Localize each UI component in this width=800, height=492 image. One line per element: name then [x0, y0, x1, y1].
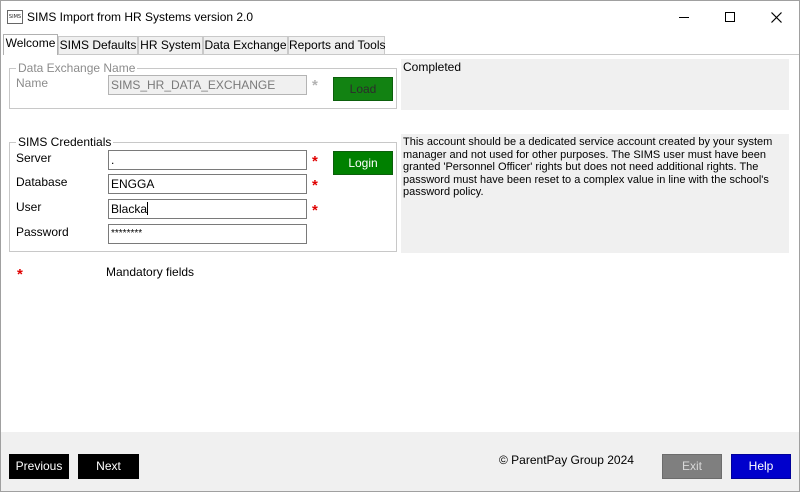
- credentials-info-text: This account should be a dedicated servi…: [403, 136, 773, 198]
- name-label: Name: [16, 76, 49, 90]
- data-exchange-legend: Data Exchange Name: [16, 61, 138, 75]
- maximize-button[interactable]: [707, 1, 753, 33]
- minimize-button[interactable]: [661, 1, 707, 33]
- close-icon: [770, 11, 782, 23]
- app-logo-icon: SIMS: [7, 10, 23, 24]
- server-field[interactable]: .: [108, 150, 307, 170]
- help-button[interactable]: Help: [731, 454, 791, 479]
- mandatory-star: *: [312, 153, 318, 170]
- text-cursor: [147, 202, 149, 215]
- user-label: User: [16, 200, 42, 214]
- server-label: Server: [16, 151, 52, 165]
- credentials-info-panel: This account should be a dedicated servi…: [401, 134, 789, 253]
- copyright-text: © ParentPay Group 2024: [499, 453, 634, 467]
- mandatory-star: *: [312, 77, 318, 94]
- minimize-icon: [679, 16, 689, 18]
- maximize-icon: [725, 12, 735, 22]
- password-field[interactable]: ********: [108, 224, 307, 244]
- mandatory-star: *: [312, 177, 318, 194]
- password-label: Password: [16, 225, 69, 239]
- next-button[interactable]: Next: [78, 454, 139, 479]
- user-field[interactable]: Blacka: [108, 199, 307, 219]
- mandatory-legend-star: *: [17, 266, 23, 283]
- previous-button[interactable]: Previous: [9, 454, 69, 479]
- mandatory-star: *: [312, 202, 318, 219]
- window-title: SIMS Import from HR Systems version 2.0: [27, 10, 254, 24]
- exit-button[interactable]: Exit: [662, 454, 722, 479]
- user-field-value: Blacka: [111, 202, 148, 216]
- tab-data-exchange[interactable]: Data Exchange: [203, 36, 288, 54]
- login-button[interactable]: Login: [333, 151, 393, 175]
- app-window: SIMS SIMS Import from HR Systems version…: [0, 0, 800, 492]
- credentials-legend: SIMS Credentials: [16, 135, 114, 149]
- load-button: Load: [333, 77, 393, 101]
- close-button[interactable]: [753, 1, 799, 33]
- tab-strip: Welcome SIMS Defaults HR System Data Exc…: [3, 34, 799, 55]
- database-label: Database: [16, 175, 68, 189]
- exchange-name-field: SIMS_HR_DATA_EXCHANGE: [108, 75, 307, 95]
- tab-hr-system[interactable]: HR System: [138, 36, 203, 54]
- tab-sims-defaults[interactable]: SIMS Defaults: [58, 36, 138, 54]
- status-text: Completed: [403, 60, 462, 74]
- tab-reports-and-tools[interactable]: Reports and Tools: [288, 36, 386, 54]
- status-panel: Completed: [401, 59, 789, 110]
- database-field[interactable]: ENGGA: [108, 174, 307, 194]
- mandatory-fields-note: Mandatory fields: [106, 265, 195, 279]
- tab-welcome[interactable]: Welcome: [3, 34, 58, 55]
- footer-bar: Previous Next © ParentPay Group 2024 Exi…: [1, 432, 799, 491]
- title-bar[interactable]: SIMS SIMS Import from HR Systems version…: [1, 1, 799, 33]
- welcome-panel: Data Exchange Name Name SIMS_HR_DATA_EXC…: [3, 54, 799, 432]
